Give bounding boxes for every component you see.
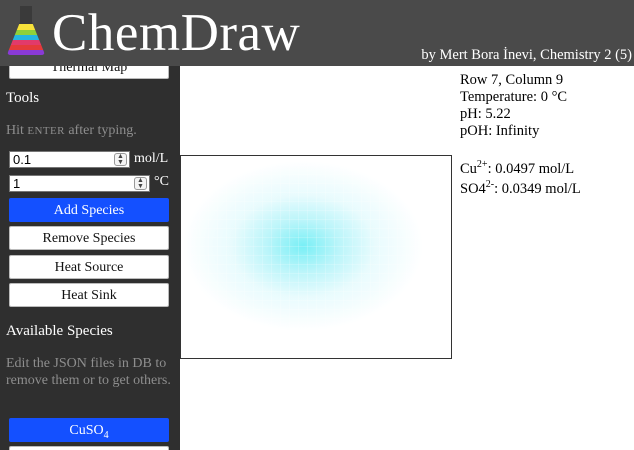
species-formula: CuSO — [69, 423, 104, 438]
ion-charge: 2+ — [476, 159, 488, 170]
sidebar: Thermal Map Tools Hit ENTER after typing… — [0, 66, 180, 450]
app-header: ChemDraw by Mert Bora İnevi, Chemistry 2… — [0, 0, 634, 66]
species-button-next[interactable] — [9, 446, 169, 450]
cell-temperature: Temperature: 0 °C — [460, 89, 568, 105]
cell-poh: pOH: Infinity — [460, 123, 540, 139]
tools-hint: Hit ENTER after typing. — [6, 122, 176, 140]
rainbow-flask-icon — [7, 6, 45, 55]
hint-prefix: Hit — [6, 123, 24, 138]
ion-row-copper: Cu2+: 0.0497 mol/L — [460, 159, 574, 178]
enter-key-label: ENTER — [27, 125, 65, 137]
available-species-heading: Available Species — [6, 323, 113, 339]
concentration-unit: mol/L — [134, 151, 169, 166]
app-title: ChemDraw — [52, 4, 301, 62]
ion-row-sulfate: SO42-: 0.0349 mol/L — [460, 179, 581, 198]
concentration-input[interactable]: 0.1 ▲ ▼ — [9, 151, 130, 168]
heat-sink-button[interactable]: Heat Sink — [9, 283, 169, 307]
add-species-button[interactable]: Add Species — [9, 198, 169, 222]
author-byline: by Mert Bora İnevi, Chemistry 2 (5) — [421, 47, 632, 63]
thermal-map-button[interactable]: Thermal Map — [9, 66, 169, 79]
cell-ph: pH: 5.22 — [460, 106, 511, 122]
concentration-value: 0.1 — [13, 152, 32, 167]
concentration-stepper-icon[interactable]: ▲ ▼ — [114, 153, 127, 166]
temperature-value: 1 — [13, 176, 21, 191]
heat-source-button[interactable]: Heat Source — [9, 255, 169, 279]
cell-position: Row 7, Column 9 — [460, 72, 564, 88]
species-button-cuso4[interactable]: CuSO4 — [9, 418, 169, 442]
ion-concentration: : 0.0349 mol/L — [494, 180, 581, 197]
species-hint: Edit the JSON files in DB to remove them… — [6, 356, 171, 388]
ion-name: SO4 — [460, 180, 486, 197]
ion-charge: 2- — [485, 179, 495, 190]
remove-species-button[interactable]: Remove Species — [9, 226, 169, 250]
hint-suffix: after typing. — [68, 123, 137, 138]
species-formula-subscript: 4 — [103, 429, 109, 441]
temperature-stepper-icon[interactable]: ▲ ▼ — [134, 177, 147, 190]
ion-name: Cu — [460, 160, 477, 177]
simulation-canvas[interactable] — [180, 155, 452, 359]
temperature-unit: °C — [154, 174, 169, 189]
canvas-cell-grid — [181, 156, 451, 358]
tools-heading: Tools — [6, 90, 40, 106]
temperature-input[interactable]: 1 ▲ ▼ — [9, 175, 150, 192]
ion-concentration: : 0.0497 mol/L — [487, 160, 575, 177]
